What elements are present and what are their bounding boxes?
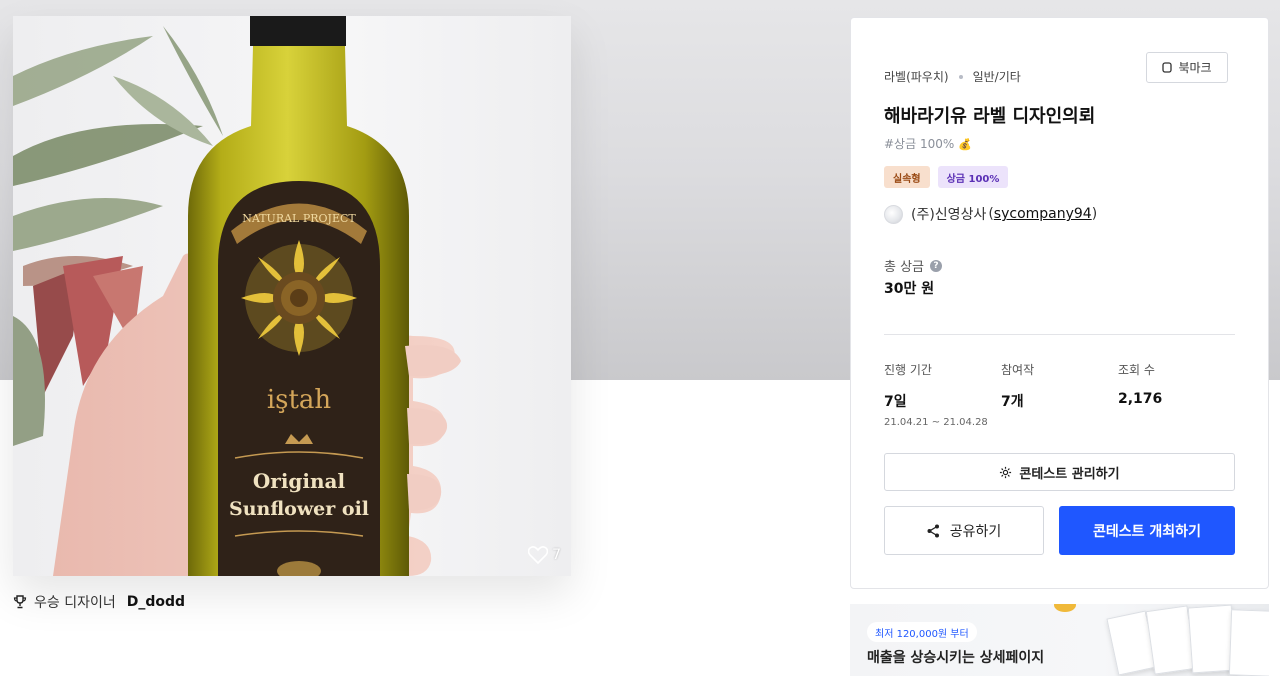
ad-mockup-page xyxy=(1228,609,1269,676)
contest-host: (주)신영상사 (sycompany94) xyxy=(884,204,1097,224)
contest-title: 해바라기유 라벨 디자인의뢰 xyxy=(884,106,1096,127)
stat-views-label: 조회 수 xyxy=(1118,363,1155,377)
sunflower-oil-bottle-illustration: NATURAL PROJECT iştah Original Sunflower… xyxy=(13,16,461,576)
prize-label-text: 총 상금 xyxy=(884,260,925,275)
winning-design-image[interactable]: NATURAL PROJECT iştah Original Sunflower… xyxy=(13,16,571,576)
svg-text:Original: Original xyxy=(253,469,346,493)
stat-views: 조회 수 2,176 xyxy=(1118,361,1162,407)
help-icon[interactable]: ? xyxy=(930,259,943,272)
hashtag-line: #상금 100% 💰 xyxy=(884,135,972,152)
open-contest-label: 콘테스트 개최하기 xyxy=(1093,523,1201,540)
category-primary[interactable]: 라벨(파우치) xyxy=(884,68,949,85)
bookmark-label: 북마크 xyxy=(1178,61,1212,75)
host-name: (주)신영상사 xyxy=(911,207,987,223)
stat-period-range: 21.04.21 ~ 21.04.28 xyxy=(884,417,988,428)
winner-name[interactable]: D_dodd xyxy=(127,594,185,610)
svg-text:iştah: iştah xyxy=(267,385,332,415)
svg-text:NATURAL PROJECT: NATURAL PROJECT xyxy=(242,212,356,225)
svg-text:Sunflower oil: Sunflower oil xyxy=(229,498,369,520)
like-count: 7 xyxy=(552,547,561,563)
money-bag-icon: 💰 xyxy=(958,138,972,151)
heart-icon xyxy=(528,546,549,564)
ad-banner[interactable]: 최저 120,000원 부터 매출을 상승시키는 상세페이지 xyxy=(850,604,1269,676)
stat-entries-value: 7개 xyxy=(1001,394,1024,410)
hashtag-text[interactable]: #상금 100% xyxy=(884,137,954,151)
stat-entries-label: 참여작 xyxy=(1001,363,1035,377)
stat-period: 진행 기간 7일 21.04.21 ~ 21.04.28 xyxy=(884,361,988,428)
like-button[interactable]: 7 xyxy=(528,546,561,564)
prize-label: 총 상금 ? xyxy=(884,256,943,275)
coin-decoration xyxy=(1054,604,1076,612)
category-secondary[interactable]: 일반/기타 xyxy=(973,68,1021,85)
manage-contest-label: 콘테스트 관리하기 xyxy=(1019,466,1120,482)
bookmark-button[interactable]: 북마크 xyxy=(1146,52,1228,83)
contest-info-panel: 라벨(파우치) 일반/기타 북마크 해바라기유 라벨 디자인의뢰 #상금 100… xyxy=(850,17,1269,589)
gear-icon xyxy=(1000,466,1012,478)
share-button[interactable]: 공유하기 xyxy=(884,506,1044,555)
stat-entries: 참여작 7개 xyxy=(1001,361,1034,411)
divider xyxy=(884,334,1235,335)
host-id-wrap[interactable]: (sycompany94) xyxy=(988,206,1097,222)
host-id-link[interactable]: sycompany94 xyxy=(994,206,1092,222)
winner-designer: 우승 디자이너 D_dodd xyxy=(13,592,185,612)
tag-value-plan: 실속형 xyxy=(884,166,930,188)
prize-value: 30만 원 xyxy=(884,281,935,297)
open-contest-button[interactable]: 콘테스트 개최하기 xyxy=(1059,506,1235,555)
trophy-icon xyxy=(13,595,27,609)
manage-contest-button[interactable]: 콘테스트 관리하기 xyxy=(884,453,1235,491)
stat-period-label: 진행 기간 xyxy=(884,363,932,377)
bookmark-icon xyxy=(1162,62,1173,73)
contest-tags: 실속형 상금 100% xyxy=(884,166,1009,188)
breadcrumb-separator xyxy=(958,74,963,79)
ad-headline: 매출을 상승시키는 상세페이지 xyxy=(867,650,1045,666)
category-breadcrumb: 라벨(파우치) 일반/기타 xyxy=(884,68,1021,85)
share-icon xyxy=(927,524,939,537)
ad-price-pill: 최저 120,000원 부터 xyxy=(867,622,977,642)
share-label: 공유하기 xyxy=(949,523,1002,540)
tag-prize-guarantee: 상금 100% xyxy=(937,166,1009,188)
stat-views-value: 2,176 xyxy=(1118,391,1163,407)
winner-label: 우승 디자이너 xyxy=(34,595,116,611)
host-avatar xyxy=(884,204,903,224)
stat-period-value: 7일 xyxy=(884,394,907,410)
